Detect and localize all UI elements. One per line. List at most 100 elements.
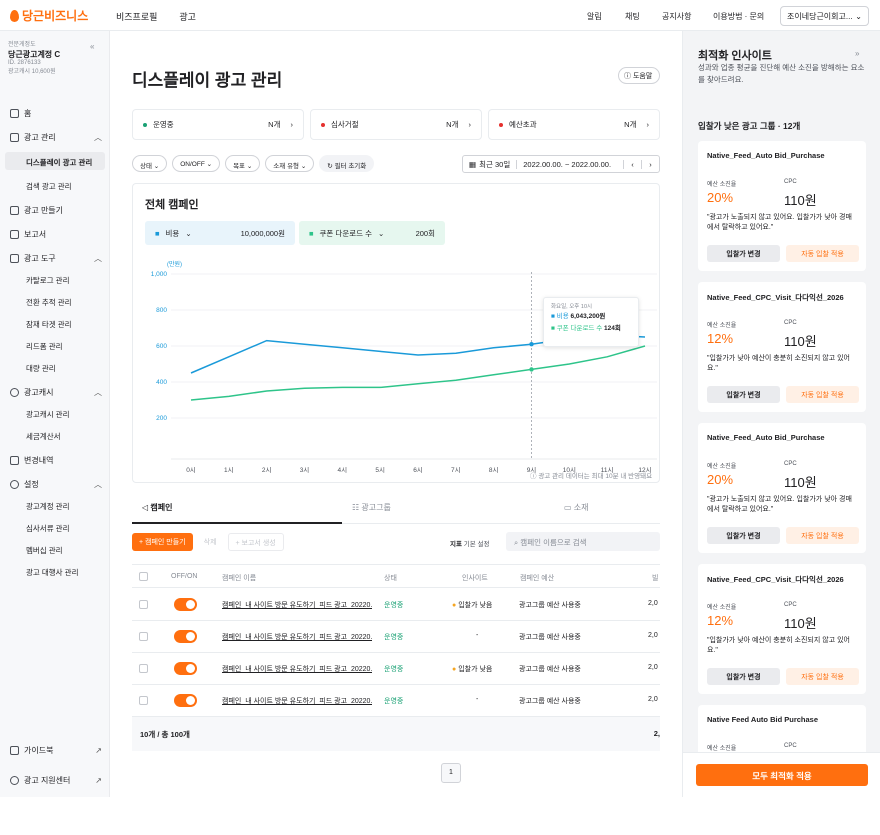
filter-onoff[interactable]: ON/OFF ⌄	[172, 155, 221, 172]
prev-date-button[interactable]: ‹	[623, 159, 641, 169]
sidebar-item-tools[interactable]: 광고 도구 ︿	[10, 253, 102, 264]
campaign-name-link[interactable]: 캠페인_내 사이트 방문 유도하기_피드 광고_20220...	[222, 632, 372, 642]
change-bid-button[interactable]: 입찰가 변경	[707, 527, 780, 544]
filter-reset-button[interactable]: ↻ 필터 초기화	[319, 155, 375, 172]
sidebar-item-guidebook[interactable]: 가이드북 ↗	[10, 745, 102, 756]
onoff-toggle[interactable]	[174, 598, 197, 611]
campaign-name-link[interactable]: 캠페인_내 사이트 방문 유도하기_피드 광고_20220...	[222, 600, 372, 610]
col-name[interactable]: 캠페인 이름	[222, 573, 256, 583]
apply-all-button[interactable]: 모두 최적화 적용	[696, 764, 868, 786]
col-insight[interactable]: 인사이트	[462, 573, 488, 583]
account-select[interactable]: 조이네당근이회고... ⌄	[780, 6, 869, 26]
campaign-search-input[interactable]: ⌕ 캠페인 이름으로 검색	[506, 532, 660, 551]
select-all-checkbox[interactable]	[139, 572, 148, 581]
change-bid-button[interactable]: 입찰가 변경	[707, 245, 780, 262]
chart-panel: 전체 캠페인 ■ 비용 ⌄ 10,000,000원 ■ 쿠폰 다운로드 수 ⌄ 200회 (…	[132, 183, 660, 483]
status-text: 운영중	[384, 634, 404, 641]
change-bid-button[interactable]: 입찰가 변경	[707, 668, 780, 685]
notice-link[interactable]: 공지사항	[662, 11, 691, 22]
sidebar-item-etc[interactable]: 대량 관리	[26, 363, 56, 374]
insight-card: Native_Feed_Auto Bid_Purchase 예산 소진율 CPC…	[698, 141, 866, 271]
create-campaign-button[interactable]: + 캠페인 만들기	[132, 533, 193, 551]
sidebar-item-catalog[interactable]: 카탈로그 관리	[26, 275, 69, 286]
sidebar-item-members[interactable]: 멤버십 관리	[26, 545, 63, 556]
sidebar-item-agency[interactable]: 광고 대행사 관리	[26, 567, 78, 578]
sidebar-item-display[interactable]: 디스플레이 광고 관리	[26, 157, 92, 168]
auto-bid-button[interactable]: 자동 입찰 적용	[786, 668, 859, 685]
auto-bid-button[interactable]: 자동 입찰 적용	[786, 386, 859, 403]
sidebar-item-report[interactable]: 보고서	[10, 229, 102, 240]
sidebar-item-cash-manage[interactable]: 광고캐시 관리	[26, 409, 69, 420]
sidebar-item-conv[interactable]: 전환 추적 관리	[26, 297, 72, 308]
date-range-picker[interactable]: ▦ 최근 30일 2022.00.00. ~ 2022.00.00. ‹ ›	[462, 155, 660, 173]
sidebar-item-support[interactable]: 광고 지원센터 ↗	[10, 775, 102, 786]
tab-campaign[interactable]: ◁ 캠페인	[142, 502, 172, 513]
col-onoff[interactable]: OFF/ON	[171, 573, 197, 580]
table-row[interactable]: 캠페인_내 사이트 방문 유도하기_피드 광고_20220... 운영중 ● 입…	[132, 653, 660, 685]
table-row[interactable]: 캠페인_내 사이트 방문 유도하기_피드 광고_20220... 운영중 - 광…	[132, 685, 660, 717]
chevron-up-icon: ︿	[94, 133, 102, 142]
campaign-name-link[interactable]: 캠페인_내 사이트 방문 유도하기_피드 광고_20220...	[222, 664, 372, 674]
guide-link[interactable]: 이용방법 · 문의	[713, 11, 764, 22]
chat-link[interactable]: 채팅	[625, 11, 640, 22]
account-name[interactable]: 당근광고계정 C	[8, 50, 60, 59]
col-budget[interactable]: 캠페인 예산	[520, 573, 554, 583]
onoff-toggle[interactable]	[174, 630, 197, 643]
sidebar-item-make[interactable]: 광고 만들기	[10, 205, 102, 216]
sidebar-item-retarget[interactable]: 리드폼 관리	[26, 341, 63, 352]
change-bid-button[interactable]: 입찰가 변경	[707, 386, 780, 403]
help-button[interactable]: ⓘ 도움말	[618, 67, 660, 84]
sidebar-item-cash[interactable]: 광고캐시 ︿	[10, 387, 102, 398]
sidebar-item-acct-manage[interactable]: 광고계정 관리	[26, 501, 69, 512]
metric-select-cost[interactable]: ■ 비용 ⌄ 10,000,000원	[145, 221, 295, 245]
auto-bid-button[interactable]: 자동 입찰 적용	[786, 527, 859, 544]
metric-select-coupon[interactable]: ■ 쿠폰 다운로드 수 ⌄ 200회	[299, 221, 445, 245]
table-actions: + 캠페인 만들기 삭제 + 보고서 생성	[132, 533, 284, 551]
row-checkbox[interactable]	[139, 664, 148, 673]
y-tick-label: 400	[156, 379, 167, 386]
auto-bid-button[interactable]: 자동 입찰 적용	[786, 245, 859, 262]
insight-cell[interactable]: ● 입찰가 낮음	[452, 664, 492, 674]
alarm-link[interactable]: 알림	[587, 11, 602, 22]
sidebar-item-docs[interactable]: 심사서류 관리	[26, 523, 69, 534]
col-more[interactable]: 빌	[652, 573, 658, 583]
page-button[interactable]: 1	[441, 763, 461, 783]
table-row[interactable]: 캠페인_내 사이트 방문 유도하기_피드 광고_20220... 운영중 ● 입…	[132, 589, 660, 621]
sidebar-item-tax[interactable]: 세금계산서	[26, 431, 61, 442]
row-checkbox[interactable]	[139, 632, 148, 641]
brand-logo[interactable]: 당근비즈니스	[10, 7, 88, 24]
status-card-over-budget[interactable]: 예산초과 N개 ›	[488, 109, 660, 140]
status-card-running[interactable]: 운영중 N개 ›	[132, 109, 304, 140]
filter-goal[interactable]: 목표 ⌄	[225, 155, 261, 172]
filter-creative-type[interactable]: 소재 유형 ⌄	[265, 155, 315, 172]
next-date-button[interactable]: ›	[641, 159, 659, 169]
row-checkbox[interactable]	[139, 696, 148, 705]
filter-status[interactable]: 상태 ⌄	[132, 155, 168, 172]
nav-bizprofile[interactable]: 비즈프로필	[116, 10, 157, 23]
sidebar-item-search[interactable]: 검색 광고 관리	[26, 181, 72, 192]
sidebar-item-settings[interactable]: 설정 ︿	[10, 479, 102, 490]
col-status[interactable]: 상태	[384, 573, 397, 583]
status-card-rejected[interactable]: 심사거절 N개 ›	[310, 109, 482, 140]
onoff-toggle[interactable]	[174, 694, 197, 707]
campaign-name-link[interactable]: 캠페인_내 사이트 방문 유도하기_피드 광고_20220...	[222, 696, 372, 706]
table-row[interactable]: 캠페인_내 사이트 방문 유도하기_피드 광고_20220... 운영중 - 광…	[132, 621, 660, 653]
indicator-setting[interactable]: 지표 기본 설정	[450, 538, 490, 548]
sidebar-item-ad-manage[interactable]: 광고 관리 ︿	[10, 132, 102, 143]
sidebar-item-home[interactable]: 홈	[10, 108, 102, 119]
table-header: OFF/ON 캠페인 이름 상태 인사이트 캠페인 예산 빌	[132, 564, 660, 588]
sidebar-item-history[interactable]: 변경내역	[10, 455, 102, 466]
onoff-toggle[interactable]	[174, 662, 197, 675]
tab-creative[interactable]: ▭ 소재	[564, 502, 589, 513]
create-report-button[interactable]: + 보고서 생성	[227, 533, 284, 551]
sidebar-item-audience[interactable]: 잠재 타겟 관리	[26, 319, 72, 330]
collapse-icon[interactable]: «	[90, 42, 94, 51]
tab-adgroup[interactable]: ☷ 광고그룹	[352, 502, 391, 513]
nav-ad[interactable]: 광고	[179, 10, 196, 23]
collapse-panel-icon[interactable]: »	[855, 49, 859, 58]
delete-button[interactable]: 삭제	[197, 533, 224, 551]
data-delay-note: ⓘ 광고 관리 데이터는 최대 10분 내 반영돼요	[530, 473, 653, 480]
row-checkbox[interactable]	[139, 600, 148, 609]
insight-cell[interactable]: ● 입찰가 낮음	[452, 600, 492, 610]
entity-tabs: ◁ 캠페인 ☷ 광고그룹 ▭ 소재	[132, 492, 660, 524]
